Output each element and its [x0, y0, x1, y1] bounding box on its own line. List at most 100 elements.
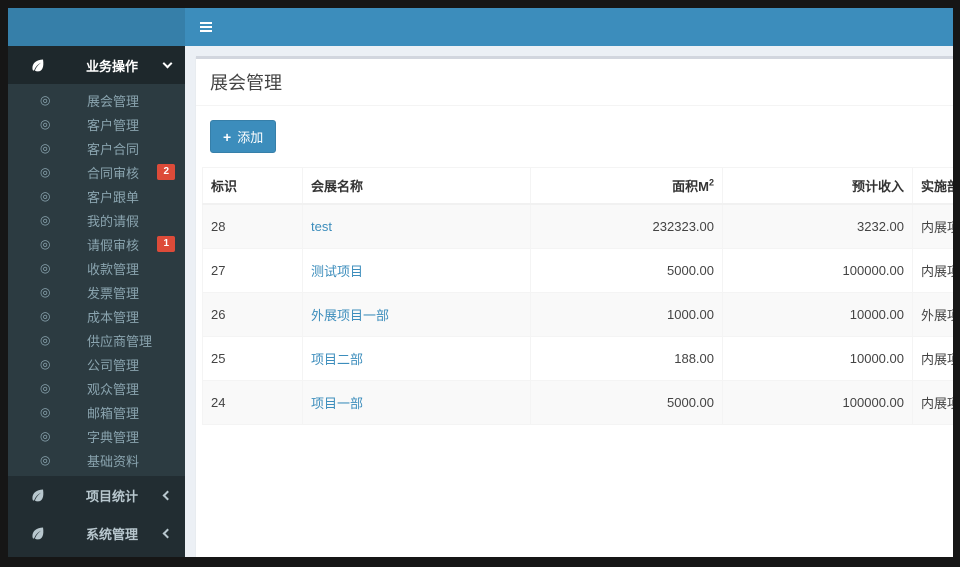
sidebar-section-system-mgmt[interactable]: 系统管理 [8, 514, 185, 552]
sidebar-item-mailbox-mgmt[interactable]: ◎ 邮箱管理 [8, 400, 185, 424]
exhibition-link[interactable]: 项目二部 [311, 352, 363, 367]
cell-dept: 内展项目 [912, 203, 953, 249]
sidebar-section-label: 业务操作 [86, 58, 139, 74]
circle-icon: ◎ [40, 93, 51, 107]
sidebar-item-audience-mgmt[interactable]: ◎ 观众管理 [8, 376, 185, 400]
screen-bezel: 业务操作 ◎ 展会管理 ◎ 客户管理 ◎ 客户合同 ◎ 合同审核 2 ◎ 客户跟单 ◎ 我的请… [0, 0, 960, 567]
circle-icon: ◎ [40, 381, 51, 395]
cell-income: 3232.00 [722, 203, 913, 249]
sidebar-item-label: 基础资料 [87, 453, 140, 469]
chevron-left-icon [162, 490, 173, 500]
column-header-dept: 实施部门 [912, 167, 953, 205]
leaf-icon [30, 58, 46, 73]
cell-id: 27 [202, 248, 303, 293]
table-row: 28 test 232323.00 3232.00 内展项目 [202, 203, 953, 249]
sidebar-section-business-operations[interactable]: 业务操作 [8, 46, 185, 84]
table-row: 25 项目二部 188.00 10000.00 内展项目 [202, 336, 953, 381]
notification-badge: 2 [157, 164, 175, 180]
cell-dept: 内展项目 [912, 336, 953, 381]
exhibition-link[interactable]: 测试项目 [311, 264, 363, 279]
column-header-area: 面积M2 [530, 167, 723, 205]
exhibition-link[interactable]: 外展项目一部 [311, 308, 389, 323]
sidebar-item-label: 成本管理 [87, 309, 140, 325]
chevron-down-icon [162, 58, 173, 68]
add-button[interactable]: + 添加 [210, 120, 277, 153]
chevron-left-icon [162, 528, 173, 538]
cell-area: 5000.00 [530, 248, 723, 293]
sidebar: 业务操作 ◎ 展会管理 ◎ 客户管理 ◎ 客户合同 ◎ 合同审核 2 ◎ 客户跟单 ◎ 我的请… [8, 46, 185, 557]
leaf-icon [30, 488, 46, 503]
table-row: 24 项目一部 5000.00 100000.00 内展项目 [202, 380, 953, 425]
circle-icon: ◎ [40, 261, 51, 275]
cell-id: 25 [202, 336, 303, 381]
circle-icon: ◎ [40, 453, 51, 467]
column-header-name: 会展名称 [302, 167, 531, 205]
sidebar-section-label: 项目统计 [86, 488, 139, 504]
sidebar-item-basic-data[interactable]: ◎ 基础资料 [8, 448, 185, 472]
sidebar-item-leave-review[interactable]: ◎ 请假审核 1 [8, 232, 185, 256]
sidebar-item-exhibition-mgmt[interactable]: ◎ 展会管理 [8, 88, 185, 112]
sidebar-item-label: 客户跟单 [87, 189, 140, 205]
sidebar-item-company-mgmt[interactable]: ◎ 公司管理 [8, 352, 185, 376]
sidebar-item-label: 客户合同 [87, 141, 140, 157]
sidebar-item-dictionary-mgmt[interactable]: ◎ 字典管理 [8, 424, 185, 448]
sidebar-item-label: 发票管理 [87, 285, 140, 301]
notification-badge: 1 [157, 236, 175, 252]
cell-dept: 内展项目 [912, 248, 953, 293]
sidebar-item-cost-mgmt[interactable]: ◎ 成本管理 [8, 304, 185, 328]
cell-income: 10000.00 [722, 292, 913, 337]
circle-icon: ◎ [40, 285, 51, 299]
logo-area [8, 8, 185, 46]
leaf-icon [30, 526, 46, 541]
circle-icon: ◎ [40, 429, 51, 443]
sidebar-item-label: 公司管理 [87, 357, 140, 373]
sidebar-item-label: 我的请假 [87, 213, 140, 229]
cell-id: 26 [202, 292, 303, 337]
column-header-income: 预计收入 [722, 167, 913, 205]
panel-header: 展会管理 [196, 59, 953, 106]
table-row: 27 测试项目 5000.00 100000.00 内展项目 [202, 248, 953, 293]
sidebar-item-customer-mgmt[interactable]: ◎ 客户管理 [8, 112, 185, 136]
panel-body: + 添加 标识 会展名称 面积M2 预计收入 实施 28 test 232323… [196, 106, 953, 425]
sidebar-item-invoice-mgmt[interactable]: ◎ 发票管理 [8, 280, 185, 304]
sidebar-item-customer-followup[interactable]: ◎ 客户跟单 [8, 184, 185, 208]
plus-icon: + [223, 128, 232, 145]
sidebar-toggle-button[interactable] [185, 8, 227, 46]
column-header-id: 标识 [202, 167, 303, 205]
sidebar-item-my-leave[interactable]: ◎ 我的请假 [8, 208, 185, 232]
sidebar-item-label: 收款管理 [87, 261, 140, 277]
cell-area: 1000.00 [530, 292, 723, 337]
add-button-label: 添加 [237, 130, 264, 145]
page-title: 展会管理 [210, 73, 282, 93]
sidebar-item-label: 邮箱管理 [87, 405, 140, 421]
circle-icon: ◎ [40, 189, 51, 203]
sidebar-item-customer-contract[interactable]: ◎ 客户合同 [8, 136, 185, 160]
sidebar-submenu: ◎ 展会管理 ◎ 客户管理 ◎ 客户合同 ◎ 合同审核 2 ◎ 客户跟单 ◎ 我的请假 ◎ 请假… [8, 84, 185, 476]
cell-id: 28 [202, 203, 303, 249]
sidebar-item-label: 供应商管理 [87, 333, 153, 349]
circle-icon: ◎ [40, 309, 51, 323]
circle-icon: ◎ [40, 117, 51, 131]
table-header-row: 标识 会展名称 面积M2 预计收入 实施部门 [202, 167, 953, 205]
table-row: 26 外展项目一部 1000.00 10000.00 外展项目 [202, 292, 953, 337]
exhibition-link[interactable]: test [311, 219, 332, 234]
content-area: 展会管理 + 添加 标识 会展名称 面积M2 预计收入 实施 28 test 2… [185, 46, 953, 557]
top-navbar [8, 8, 953, 46]
cell-dept: 外展项目 [912, 292, 953, 337]
sidebar-item-payment-mgmt[interactable]: ◎ 收款管理 [8, 256, 185, 280]
circle-icon: ◎ [40, 141, 51, 155]
sidebar-item-supplier-mgmt[interactable]: ◎ 供应商管理 [8, 328, 185, 352]
cell-income: 100000.00 [722, 248, 913, 293]
sidebar-item-label: 观众管理 [87, 381, 140, 397]
circle-icon: ◎ [40, 405, 51, 419]
exhibition-link[interactable]: 项目一部 [311, 396, 363, 411]
circle-icon: ◎ [40, 333, 51, 347]
circle-icon: ◎ [40, 237, 51, 251]
sidebar-item-contract-review[interactable]: ◎ 合同审核 2 [8, 160, 185, 184]
sidebar-section-project-statistics[interactable]: 项目统计 [8, 476, 185, 514]
cell-area: 232323.00 [530, 203, 723, 249]
exhibition-mgmt-panel: 展会管理 + 添加 标识 会展名称 面积M2 预计收入 实施 28 test 2… [196, 56, 953, 557]
sidebar-item-label: 请假审核 [87, 237, 140, 253]
cell-income: 10000.00 [722, 336, 913, 381]
circle-icon: ◎ [40, 165, 51, 179]
